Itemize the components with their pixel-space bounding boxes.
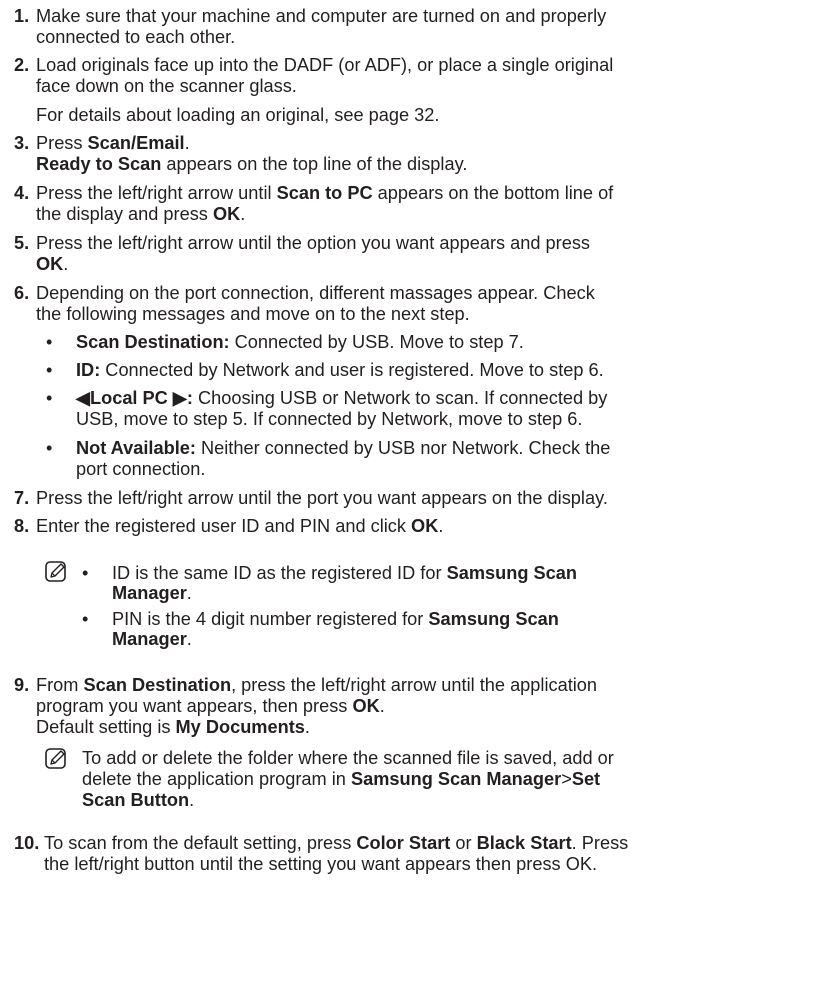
step-number: 9. (14, 675, 30, 695)
step-9: 9. From Scan Destination, press the left… (14, 675, 814, 738)
step-text-line: the display and press OK. (36, 204, 246, 224)
step-text-line: Press the left/right arrow until the por… (36, 488, 608, 508)
bullet-icon: • (46, 388, 53, 408)
note-pencil-icon (45, 748, 66, 769)
step-number: 4. (14, 183, 30, 203)
step-text-line: OK. (36, 254, 69, 274)
step-7: 7. Press the left/right arrow until the … (14, 488, 814, 509)
step-text-line: Default setting is My Documents. (36, 717, 310, 737)
step-text-line: From Scan Destination, press the left/ri… (36, 675, 598, 695)
step-4: 4. Press the left/right arrow until Scan… (14, 183, 814, 225)
step-number: 5. (14, 233, 30, 253)
step-text-line: the following messages and move on to th… (36, 304, 470, 324)
step-text-line: Ready to Scan appears on the top line of… (36, 154, 468, 174)
manual-page: 1. Make sure that your machine and compu… (0, 0, 827, 1006)
step-text-line: Make sure that your machine and computer… (36, 6, 607, 26)
step-text-line: Load originals face up into the DADF (or… (36, 55, 614, 75)
step-10: 10. To scan from the default setting, pr… (14, 833, 814, 875)
step-number: 2. (14, 55, 30, 75)
step-number: 8. (14, 516, 30, 536)
list-item: • ID: Connected by Network and user is r… (46, 360, 604, 380)
note-item: • PIN is the 4 digit number registered f… (82, 609, 559, 649)
step-number: 10. (14, 833, 40, 853)
bullet-icon: • (82, 609, 89, 629)
list-item: • Not Available: Neither connected by US… (46, 438, 611, 479)
step-5: 5. Press the left/right arrow until the … (14, 233, 814, 275)
step-8: 8. Enter the registered user ID and PIN … (14, 516, 814, 537)
step-1: 1. Make sure that your machine and compu… (14, 6, 814, 48)
step-text-line: connected to each other. (36, 27, 236, 47)
bullet-icon: • (46, 332, 53, 352)
note-item: • ID is the same ID as the registered ID… (82, 563, 577, 603)
bullet-icon: • (46, 360, 53, 380)
step-text-line: For details about loading an original, s… (36, 105, 440, 125)
step-number: 7. (14, 488, 30, 508)
bullet-icon: • (82, 563, 89, 583)
list-item: • Scan Destination: Connected by USB. Mo… (46, 332, 524, 352)
step-text-line: Press Scan/Email. (36, 133, 190, 153)
step-2: 2. Load originals face up into the DADF … (14, 55, 814, 126)
list-item: • ◀Local PC ▶: Choosing USB or Network t… (46, 388, 608, 429)
note-pencil-icon (45, 561, 66, 582)
step-number: 3. (14, 133, 30, 153)
bullet-icon: • (46, 438, 53, 458)
step-text-line: Press the left/right arrow until Scan to… (36, 183, 614, 203)
step-text-line: Enter the registered user ID and PIN and… (36, 516, 444, 536)
step-number: 1. (14, 6, 30, 26)
step-text-line: Press the left/right arrow until the opt… (36, 233, 591, 253)
note-text: To add or delete the folder where the sc… (82, 748, 614, 810)
step-text-line: program you want appears, then press OK. (36, 696, 385, 716)
step-number: 6. (14, 283, 30, 303)
step-6: 6. Depending on the port connection, dif… (14, 283, 814, 325)
step-text-line: Depending on the port connection, differ… (36, 283, 595, 303)
step-text-line: To scan from the default setting, press … (44, 833, 629, 853)
step-3: 3. Press Scan/Email. Ready to Scan appea… (14, 133, 814, 175)
step-text-line: face down on the scanner glass. (36, 76, 297, 96)
step-text-line: the left/right button until the setting … (44, 854, 598, 874)
